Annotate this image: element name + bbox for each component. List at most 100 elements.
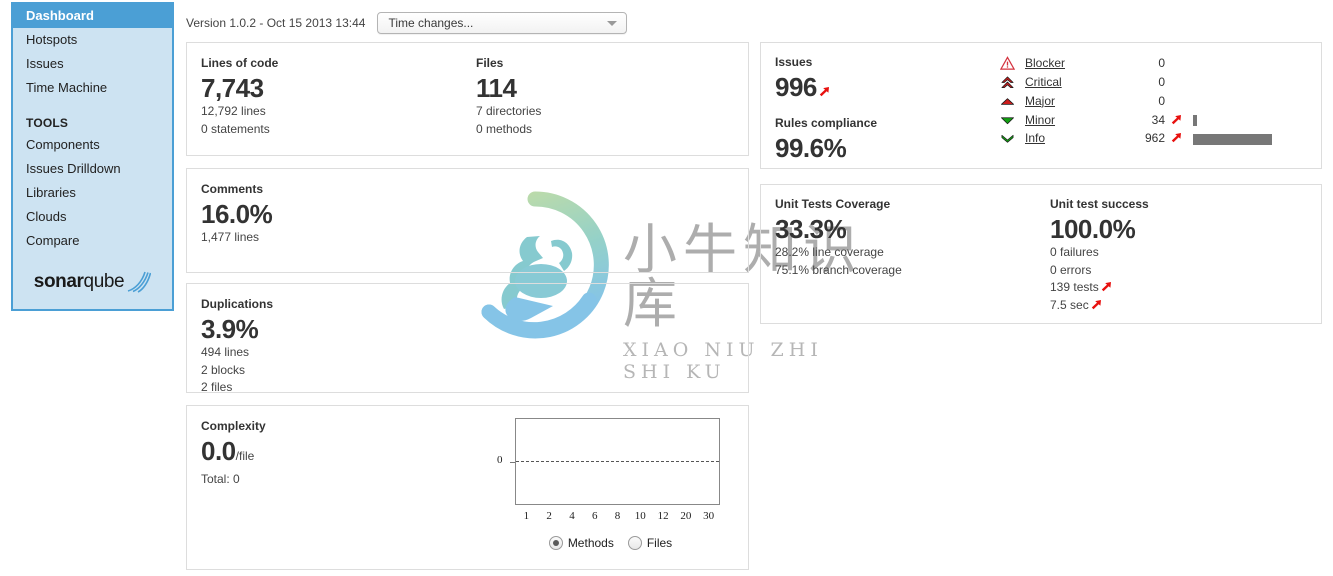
sidebar-item-time-machine[interactable]: Time Machine bbox=[13, 76, 172, 100]
metric-title: Files bbox=[476, 56, 504, 70]
metric-value[interactable]: 114 bbox=[476, 73, 726, 103]
sidebar-item-hotspots[interactable]: Hotspots bbox=[13, 28, 172, 52]
minor-icon bbox=[1000, 117, 1014, 124]
time-changes-select[interactable]: Time changes... bbox=[377, 12, 628, 34]
metric-comments: Comments 16.0% 1,477 lines bbox=[201, 181, 273, 247]
chart-y-tick-0: 0 bbox=[497, 454, 503, 466]
radio-files[interactable] bbox=[627, 536, 642, 550]
chevron-down-icon bbox=[607, 21, 618, 26]
metric-value-number: 996 bbox=[775, 72, 817, 102]
metric-complexity: Complexity 0.0/file Total: 0 bbox=[201, 418, 491, 563]
panel-issues: Issues 996 Rules compliance 99.6% Blocke… bbox=[760, 42, 1322, 169]
severity-bar bbox=[1193, 114, 1197, 126]
table-row: Critical 0 bbox=[995, 74, 1272, 93]
chart-x-tick: 4 bbox=[569, 510, 575, 522]
metric-title: Lines of code bbox=[201, 56, 279, 70]
severity-count: 0 bbox=[1158, 56, 1165, 71]
metric-sub: 0 failures bbox=[1050, 245, 1099, 259]
severity-link-major[interactable]: Major bbox=[1025, 94, 1055, 108]
radio-files-label[interactable]: Files bbox=[647, 536, 672, 550]
panel-size: Lines of code 7,743 12,792 lines 0 state… bbox=[186, 42, 749, 156]
up-right-arrow-red-icon bbox=[1171, 133, 1181, 143]
metric-title: Unit test success bbox=[1050, 197, 1149, 211]
panel-comments: Comments 16.0% 1,477 lines bbox=[186, 168, 749, 273]
chart-x-tick: 30 bbox=[703, 510, 715, 522]
sidebar-item-clouds[interactable]: Clouds bbox=[13, 205, 172, 229]
up-right-arrow-red-icon bbox=[1091, 299, 1101, 309]
panel-complexity: Complexity 0.0/file Total: 0 0 1 2 4 6 8… bbox=[186, 405, 749, 570]
severity-link-minor[interactable]: Minor bbox=[1025, 113, 1055, 127]
blocker-icon bbox=[999, 56, 1015, 71]
metric-title: Unit Tests Coverage bbox=[775, 197, 891, 211]
severity-link-critical[interactable]: Critical bbox=[1025, 75, 1062, 89]
metric-value[interactable]: 7,743 bbox=[201, 73, 476, 103]
chart-x-tick: 2 bbox=[546, 510, 552, 522]
panel-duplications: Duplications 3.9% 494 lines 2 blocks 2 f… bbox=[186, 283, 749, 394]
metric-title: Complexity bbox=[201, 419, 266, 433]
severity-link-info[interactable]: Info bbox=[1025, 131, 1045, 145]
sidebar-item-compare[interactable]: Compare bbox=[13, 229, 172, 253]
sidebar-item-dashboard[interactable]: Dashboard bbox=[13, 4, 172, 28]
info-icon bbox=[1001, 134, 1013, 143]
chart-baseline bbox=[516, 461, 719, 462]
radio-methods[interactable] bbox=[548, 536, 563, 550]
sidebar-item-label: Issues Drilldown bbox=[26, 161, 121, 176]
sidebar: Dashboard Hotspots Issues Time Machine T… bbox=[11, 2, 174, 311]
major-icon bbox=[1000, 98, 1014, 105]
chart-x-tick: 12 bbox=[657, 510, 669, 522]
complexity-distribution-chart: 0 1 2 4 6 8 10 12 20 30 Methods Files bbox=[491, 418, 721, 563]
sidebar-item-label: Compare bbox=[26, 233, 80, 248]
metric-value[interactable]: 100.0% bbox=[1050, 214, 1149, 244]
metric-sub: 75.1% branch coverage bbox=[775, 262, 902, 277]
chart-x-tick: 1 bbox=[523, 510, 530, 522]
sidebar-item-issues[interactable]: Issues bbox=[13, 52, 172, 76]
severity-link-blocker[interactable]: Blocker bbox=[1025, 56, 1065, 70]
metric-title: Duplications bbox=[201, 297, 274, 311]
chart-x-tick: 10 bbox=[634, 510, 646, 522]
logo-text-bold: sonar bbox=[33, 271, 84, 292]
sidebar-item-label: Libraries bbox=[26, 185, 76, 200]
sidebar-item-label: Dashboard bbox=[26, 8, 94, 23]
severity-count: 0 bbox=[1158, 93, 1165, 108]
table-row: Major 0 bbox=[995, 93, 1272, 112]
metric-value[interactable]: 996 bbox=[775, 72, 995, 102]
chart-mode-radios: Methods Files bbox=[515, 536, 720, 550]
severity-count: 34 bbox=[1151, 112, 1165, 127]
metric-sub: 0 errors bbox=[1050, 262, 1092, 277]
sidebar-item-components[interactable]: Components bbox=[13, 133, 172, 157]
topbar: Version 1.0.2 - Oct 15 2013 13:44 Time c… bbox=[186, 12, 628, 34]
metric-value[interactable]: 16.0% bbox=[201, 199, 273, 229]
metric-sub: 12,792 lines bbox=[201, 104, 266, 118]
metric-value[interactable]: 3.9% bbox=[201, 314, 273, 344]
metric-value[interactable]: 33.3% bbox=[775, 214, 1050, 244]
metric-sub: Total: 0 bbox=[201, 472, 240, 486]
metric-value[interactable]: 99.6% bbox=[775, 133, 995, 163]
up-right-arrow-red-icon bbox=[1171, 114, 1181, 124]
metric-duplications: Duplications 3.9% 494 lines 2 blocks 2 f… bbox=[201, 296, 273, 397]
metric-sub: 1,477 lines bbox=[201, 230, 260, 244]
chart-x-ticks: 1 2 4 6 8 10 12 20 30 bbox=[515, 510, 720, 522]
sidebar-item-issues-drilldown[interactable]: Issues Drilldown bbox=[13, 157, 172, 181]
table-row: Blocker 0 bbox=[995, 55, 1272, 74]
up-right-arrow-red-icon bbox=[819, 87, 829, 97]
sidebar-item-label: Time Machine bbox=[26, 80, 108, 95]
metric-unit-tests-coverage: Unit Tests Coverage 33.3% 28.2% line cov… bbox=[775, 196, 1050, 314]
sonarqube-logo[interactable]: sonarqube bbox=[13, 253, 172, 303]
metric-value-suffix: /file bbox=[235, 449, 255, 463]
sidebar-item-label: Hotspots bbox=[26, 32, 78, 47]
sidebar-item-label: Components bbox=[26, 137, 100, 152]
time-changes-value: Time changes... bbox=[388, 16, 474, 30]
logo-waves-icon bbox=[127, 271, 152, 293]
metric-value[interactable]: 0.0/file bbox=[201, 436, 491, 471]
metric-unit-test-success: Unit test success 100.0% 0 failures 0 er… bbox=[1050, 196, 1149, 314]
radio-methods-label[interactable]: Methods bbox=[568, 536, 614, 550]
metric-sub: 2 blocks bbox=[201, 362, 246, 377]
metric-sub: 2 files bbox=[201, 380, 233, 394]
metric-sub-text: 139 tests bbox=[1050, 280, 1099, 294]
panel-tests: Unit Tests Coverage 33.3% 28.2% line cov… bbox=[760, 184, 1322, 324]
metric-title: Rules compliance bbox=[775, 116, 878, 130]
severity-count: 0 bbox=[1158, 74, 1165, 89]
sidebar-item-libraries[interactable]: Libraries bbox=[13, 181, 172, 205]
metric-title: Issues bbox=[775, 55, 813, 69]
metric-sub: 28.2% line coverage bbox=[775, 245, 884, 259]
